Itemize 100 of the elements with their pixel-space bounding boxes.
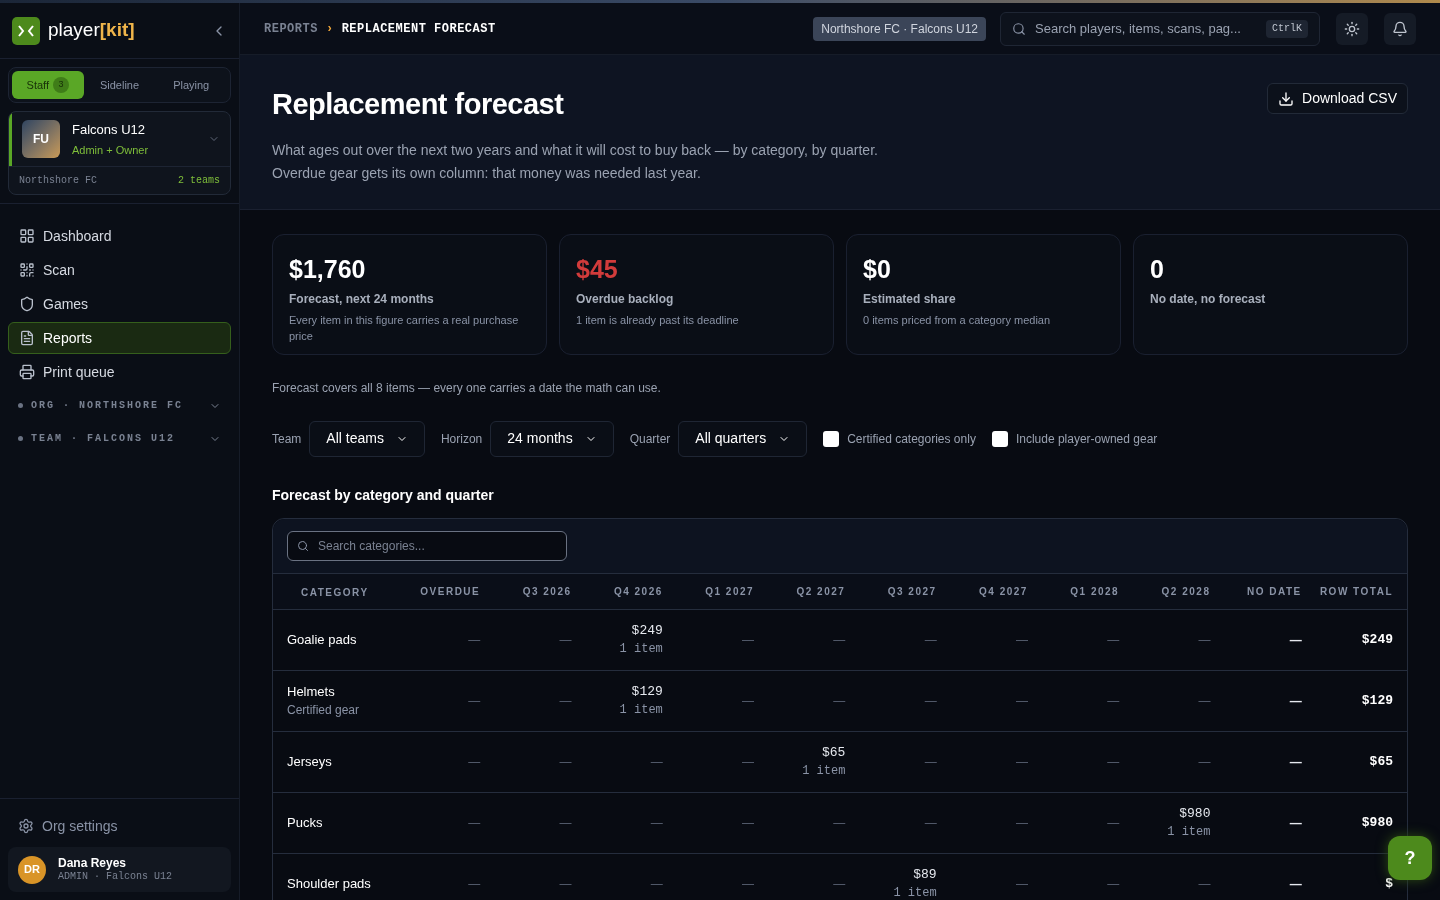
empty-value: — — [650, 875, 663, 893]
item-count: 1 item — [1167, 824, 1211, 842]
org-settings-link[interactable]: Org settings — [8, 811, 231, 841]
stat-value: $45 — [576, 253, 619, 285]
filter-label: Horizon — [440, 430, 483, 448]
checkbox[interactable] — [991, 430, 1008, 447]
download-icon — [1278, 90, 1295, 107]
breadcrumb-item[interactable]: REPORTS — [264, 19, 318, 38]
row-total: $249 — [1361, 630, 1393, 649]
user-name: Dana Reyes — [58, 855, 128, 871]
nav-group[interactable]: ORG · NORTHSHORE FC — [8, 390, 231, 421]
nav-item[interactable]: Games — [8, 288, 231, 320]
category-search-field[interactable]: Search categories... — [287, 530, 567, 561]
team-role: Admin + Owner — [72, 142, 149, 158]
nav-item[interactable]: Dashboard — [8, 220, 231, 252]
category-name: Helmets — [287, 682, 336, 701]
filter-select[interactable]: All quarters — [678, 420, 808, 457]
filter-select[interactable]: 24 months — [490, 420, 614, 457]
empty-value: — — [468, 753, 481, 771]
column-header: NO DATE — [1246, 584, 1302, 599]
empty-value: — — [559, 875, 572, 893]
category-name: Pucks — [287, 813, 324, 832]
item-count: 1 item — [802, 763, 846, 781]
amount-text: $65 — [821, 743, 846, 762]
empty-value: — — [1198, 875, 1211, 893]
empty-value: — — [1015, 814, 1028, 832]
empty-value: — — [924, 814, 937, 832]
column-header: Q3 2026 — [522, 584, 572, 599]
amount-text: $89 — [913, 865, 937, 884]
stat-note: Every item in this figure carries a real purchase price — [289, 313, 520, 344]
stat-label: No date, no forecast — [1150, 291, 1267, 308]
download-csv-button[interactable]: Download CSV — [1267, 83, 1408, 114]
team-card[interactable]: FU Falcons U12 Admin + Owner Northshore FC 2 teams — [8, 111, 231, 195]
user-card[interactable]: DR Dana Reyes ADMIN · Falcons U12 — [8, 847, 231, 892]
empty-value: — — [1198, 753, 1211, 771]
shield-icon — [19, 296, 35, 312]
empty-value: — — [1289, 692, 1302, 710]
sun-icon — [1344, 20, 1360, 37]
empty-value: — — [468, 692, 481, 710]
checkbox[interactable] — [823, 430, 840, 447]
empty-value: — — [1198, 692, 1211, 710]
team-count: 2 teams — [178, 174, 220, 188]
user-role: ADMIN · Falcons U12 — [58, 870, 173, 884]
category-note: Certified gear — [287, 702, 361, 720]
filter-label: Quarter — [629, 430, 671, 448]
stat-label: Forecast, next 24 months — [289, 291, 435, 308]
empty-value: — — [833, 875, 846, 893]
empty-value: — — [924, 692, 937, 710]
stat-label: Estimated share — [863, 291, 957, 308]
column-header: Q2 2027 — [796, 584, 846, 599]
page-title: Replacement forecast — [272, 87, 565, 122]
empty-value: — — [833, 692, 846, 710]
stat-value: $0 — [863, 253, 892, 285]
team-name: Falcons U12 — [72, 121, 146, 139]
team-avatar: FU — [22, 120, 60, 158]
stat-label: Overdue backlog — [576, 291, 675, 308]
role-tab[interactable]: Staff 3 — [12, 71, 84, 99]
search-icon — [1012, 21, 1026, 36]
empty-value: — — [559, 753, 572, 771]
column-header: OVERDUE — [420, 584, 481, 599]
empty-value: — — [1015, 753, 1028, 771]
category-name: Shoulder pads — [287, 874, 372, 893]
empty-value: — — [1107, 692, 1120, 710]
role-tab[interactable]: Playing — [155, 71, 227, 99]
empty-value: — — [650, 753, 663, 771]
empty-value: — — [742, 692, 755, 710]
filter-select[interactable]: All teams — [309, 420, 425, 457]
notifications-button[interactable] — [1384, 12, 1416, 45]
empty-value: — — [559, 631, 572, 649]
brand-name: player[kit] — [48, 18, 135, 43]
column-header: Q1 2027 — [705, 584, 755, 599]
empty-value: — — [1289, 753, 1302, 771]
qr-code-icon — [19, 262, 35, 278]
printer-icon — [19, 364, 35, 380]
nav-item[interactable]: Print queue — [8, 356, 231, 388]
stat-value: 0 — [1150, 253, 1165, 285]
column-header: Q3 2027 — [887, 584, 937, 599]
column-header: Q4 2026 — [613, 584, 663, 599]
column-header: Q1 2028 — [1070, 584, 1120, 599]
column-header: Q4 2027 — [979, 584, 1028, 599]
role-tab[interactable]: Sideline — [83, 71, 156, 99]
empty-value: — — [1015, 631, 1028, 649]
nav-group[interactable]: TEAM · FALCONS U12 — [8, 423, 231, 454]
scope-chip: Northshore FC · Falcons U12 — [813, 16, 986, 41]
breadcrumb-separator: › — [325, 20, 334, 38]
stat-note: 1 item is already past its deadline — [576, 313, 740, 328]
empty-value: — — [1107, 875, 1120, 893]
nav-item[interactable]: Reports — [8, 322, 231, 354]
document-icon — [19, 330, 35, 346]
empty-value: — — [1289, 631, 1302, 649]
empty-value: — — [468, 875, 481, 893]
amount-text: $129 — [631, 682, 663, 701]
settings-icon — [18, 818, 34, 834]
coverage-note: Forecast covers all 8 items — every one carries a date the math can use. — [272, 379, 662, 397]
empty-value: — — [1198, 631, 1211, 649]
empty-value: — — [742, 753, 755, 771]
nav-item[interactable]: Scan — [8, 254, 231, 286]
theme-toggle[interactable] — [1336, 12, 1368, 45]
logo-icon — [12, 16, 40, 45]
empty-value: — — [468, 631, 481, 649]
